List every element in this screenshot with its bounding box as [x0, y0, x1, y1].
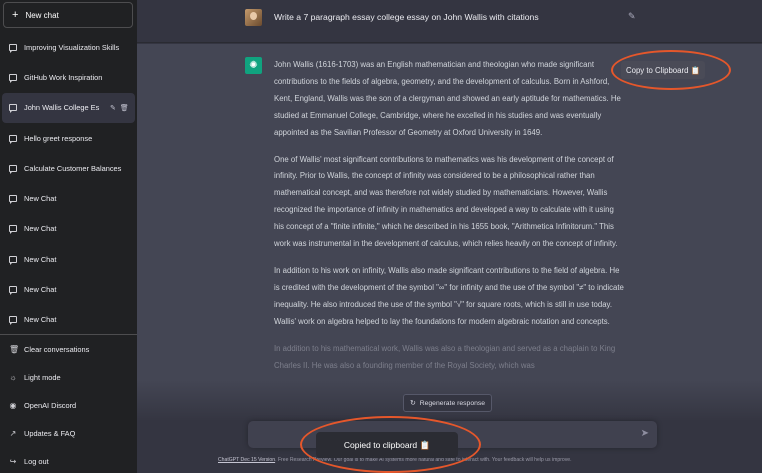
regenerate-response-button[interactable]: ↻ Regenerate response [403, 394, 493, 412]
edit-message-icon[interactable]: ✎ [628, 11, 636, 22]
conversation-item[interactable]: Improving Visualization Skills [0, 32, 137, 62]
answer-paragraph: In addition to his mathematical work, Wa… [274, 343, 616, 370]
log-out-button[interactable]: ↪ Log out [0, 447, 137, 473]
edit-icon[interactable]: ✎ [110, 104, 116, 112]
chat-bubble-icon [9, 195, 17, 205]
log-out-label: Log out [24, 456, 49, 466]
conversation-item[interactable]: New Chat [0, 183, 137, 213]
annotation-ring [300, 416, 481, 473]
conversation-label: Calculate Customer Balances [24, 163, 122, 173]
clear-conversations-label: Clear conversations [24, 344, 90, 354]
conversation-label: Hello greet response [24, 133, 93, 143]
regenerate-label: Regenerate response [419, 399, 486, 407]
light-mode-label: Light mode [24, 372, 61, 382]
conversation-label: Improving Visualization Skills [24, 42, 120, 52]
user-avatar [245, 9, 262, 26]
conversation-label: New Chat [24, 254, 57, 264]
answer-paragraph: One of Wallis' most significant contribu… [274, 154, 618, 249]
answer-paragraph: John Wallis (1616-1703) was an English m… [274, 60, 621, 137]
send-icon[interactable]: ➤ [641, 428, 649, 439]
discord-link[interactable]: ◉ OpenAI Discord [0, 391, 137, 419]
sidebar-bottom-menu: 🗑 Clear conversations ☼ Light mode ◉ Ope… [0, 335, 137, 473]
discord-label: OpenAI Discord [24, 400, 77, 410]
user-prompt-text: Write a 7 paragraph essay college essay … [274, 12, 539, 22]
assistant-message-row: ✺ John Wallis (1616-1703) was an English… [137, 44, 762, 420]
conversation-list: Improving Visualization Skills GitHub Wo… [0, 32, 137, 335]
conversation-label: GitHub Work Inspiration [24, 72, 103, 82]
conversation-item[interactable]: New Chat [0, 214, 137, 244]
conversation-item[interactable]: New Chat [0, 274, 137, 304]
updates-faq-label: Updates & FAQ [24, 428, 76, 438]
chat-bubble-icon [9, 164, 17, 174]
chat-bubble-icon [9, 286, 17, 296]
sun-icon: ☼ [9, 372, 17, 382]
version-link[interactable]: ChatGPT Dec 15 Version [218, 457, 275, 463]
new-chat-button[interactable]: + New chat [3, 2, 133, 28]
discord-icon: ◉ [9, 400, 17, 410]
conversation-label: New Chat [24, 194, 57, 204]
conversation-item[interactable]: New Chat [0, 305, 137, 335]
answer-paragraph: In addition to his work on infinity, Wal… [274, 265, 624, 326]
chat-bubble-icon [9, 255, 17, 265]
sidebar: + New chat Improving Visualization Skill… [0, 0, 137, 473]
refresh-icon: ↻ [410, 400, 416, 407]
conversation-item-active[interactable]: John Wallis College Es ✎ 🗑 [2, 92, 135, 123]
chat-bubble-icon [9, 225, 17, 235]
user-message-row: Write a 7 paragraph essay college essay … [137, 0, 762, 43]
trash-icon[interactable]: 🗑 [120, 104, 129, 112]
new-chat-label: New chat [25, 10, 59, 20]
chat-bubble-icon [9, 316, 17, 326]
chat-main: Write a 7 paragraph essay college essay … [137, 0, 762, 473]
logout-icon: ↪ [9, 456, 17, 466]
chatgpt-logo-icon: ✺ [245, 57, 262, 74]
external-link-icon: ↗ [9, 428, 17, 438]
chat-bubble-icon [9, 73, 17, 83]
chat-bubble-icon [9, 43, 17, 53]
conversation-label: New Chat [24, 224, 57, 234]
annotation-ring [611, 50, 731, 90]
conversation-item[interactable]: GitHub Work Inspiration [0, 62, 137, 92]
chat-bubble-icon [9, 134, 17, 144]
conversation-item[interactable]: Calculate Customer Balances [0, 153, 137, 183]
updates-faq-link[interactable]: ↗ Updates & FAQ [0, 419, 137, 447]
clear-conversations-button[interactable]: 🗑 Clear conversations [0, 335, 137, 363]
conversation-label: New Chat [24, 315, 57, 325]
conversation-label: New Chat [24, 285, 57, 295]
light-mode-button[interactable]: ☼ Light mode [0, 363, 137, 391]
conversation-label: John Wallis College Es [24, 103, 100, 113]
assistant-answer: John Wallis (1616-1703) was an English m… [274, 57, 624, 384]
chat-bubble-icon [9, 104, 17, 114]
conversation-item[interactable]: Hello greet response [0, 123, 137, 153]
conversation-item[interactable]: New Chat [0, 244, 137, 274]
plus-icon: + [12, 9, 19, 21]
trash-icon: 🗑 [9, 344, 20, 354]
